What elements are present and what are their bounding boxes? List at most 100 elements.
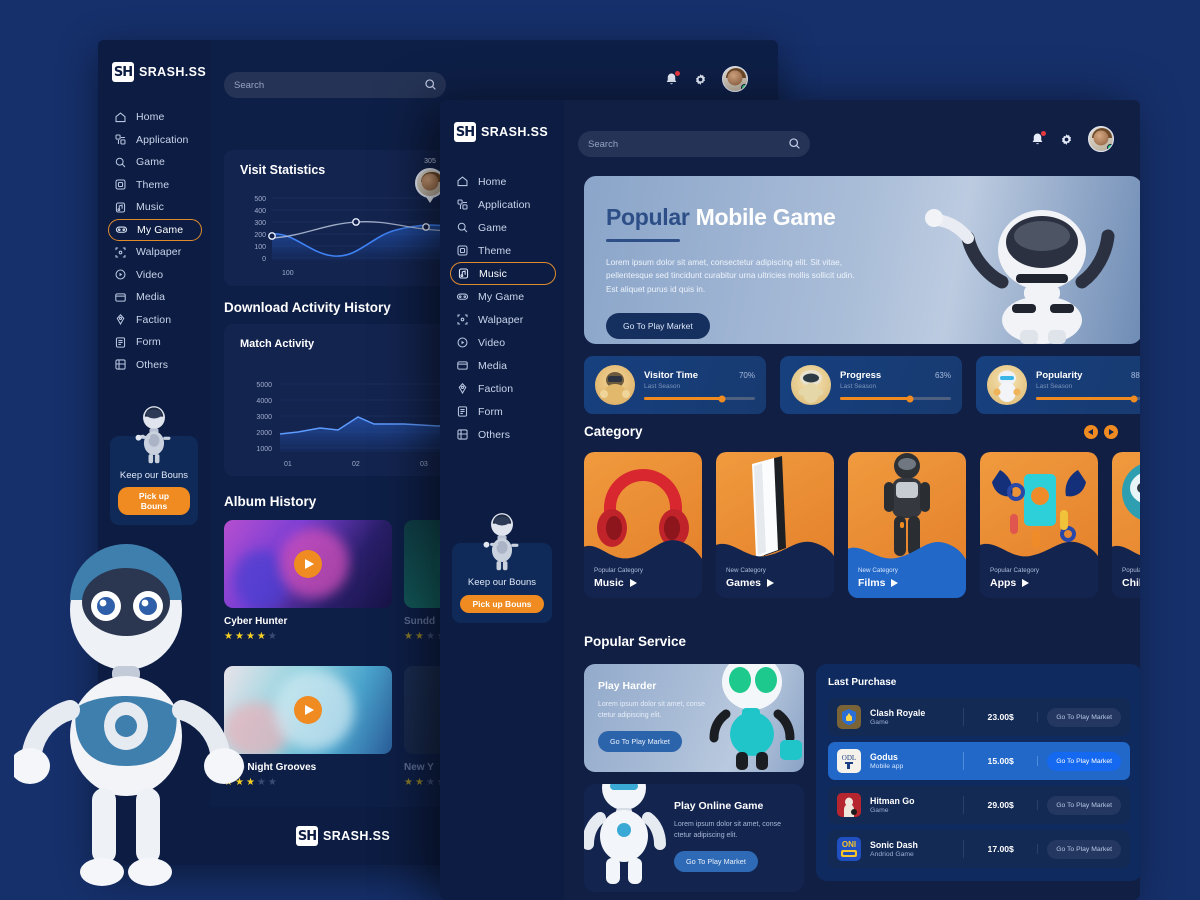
category-card-children[interactable]: Popular Ca Children bbox=[1112, 452, 1140, 598]
sidebar-item-my-game[interactable]: My Game bbox=[108, 218, 202, 241]
category-kicker: Popular Category bbox=[594, 567, 644, 574]
pick-up-bonus-button[interactable]: Pick up Bouns bbox=[118, 487, 190, 515]
stat-progress-fill bbox=[840, 397, 910, 400]
bell-icon[interactable] bbox=[664, 70, 680, 87]
category-card-apps[interactable]: Popular Category Apps bbox=[980, 452, 1098, 598]
table-row[interactable]: ONI Sonic Dash Andriod Game 17.00$ Go To… bbox=[828, 830, 1130, 868]
search-icon[interactable] bbox=[788, 137, 801, 155]
footer-logo[interactable]: SH SRASH.SS bbox=[296, 826, 390, 846]
play-arrow-icon[interactable] bbox=[767, 579, 775, 587]
play-arrow-icon[interactable] bbox=[891, 579, 899, 587]
category-card-films[interactable]: New Category Films bbox=[848, 452, 966, 598]
sidebar-item-others[interactable]: Others bbox=[450, 423, 556, 446]
sidebar-item-game[interactable]: Game bbox=[450, 216, 556, 239]
sidebar-item-wallpaper[interactable]: Walpaper bbox=[108, 241, 202, 264]
sidebar-item-form[interactable]: Form bbox=[108, 331, 202, 354]
sidebar-item-music[interactable]: Music bbox=[108, 196, 202, 219]
sidebar-item-wallpaper[interactable]: Walpaper bbox=[450, 308, 556, 331]
album-thumbnail[interactable] bbox=[224, 520, 392, 608]
table-row[interactable]: ODL Godus Mobile app 15.00$ Go To Play M… bbox=[828, 742, 1130, 780]
gear-icon[interactable] bbox=[693, 72, 708, 87]
sidebar-item-faction[interactable]: Faction bbox=[450, 377, 556, 400]
category-card-games[interactable]: New Category Games bbox=[716, 452, 834, 598]
album-thumbnail[interactable] bbox=[224, 666, 392, 754]
go-to-play-market-button[interactable]: Go To Play Market bbox=[1047, 795, 1121, 815]
sidebar-item-application[interactable]: Application bbox=[108, 129, 202, 152]
chevron-left-icon[interactable] bbox=[1084, 424, 1098, 439]
play-button[interactable] bbox=[294, 696, 322, 724]
sidebar-item-label: Music bbox=[479, 267, 507, 280]
sidebar-item-label: Faction bbox=[478, 382, 514, 395]
album-card[interactable]: Cyber Hunter ★★★★★ bbox=[224, 520, 392, 642]
svg-text:3000: 3000 bbox=[256, 414, 272, 421]
stat-progress-knob[interactable] bbox=[1130, 395, 1138, 402]
svg-text:02: 02 bbox=[352, 461, 360, 468]
sidebar-item-my-game[interactable]: My Game bbox=[450, 285, 556, 308]
hero-paragraph: Lorem ipsum dolor sit amet, consectetur … bbox=[606, 256, 855, 294]
service-cta-button[interactable]: Go To Play Market bbox=[674, 851, 758, 873]
sidebar-item-video[interactable]: Video bbox=[450, 331, 556, 354]
play-arrow-icon[interactable] bbox=[629, 579, 637, 587]
pick-up-bonus-button[interactable]: Pick up Bouns bbox=[460, 595, 544, 613]
purchase-price: 23.00$ bbox=[964, 712, 1039, 722]
sidebar-item-application[interactable]: Application bbox=[450, 193, 556, 216]
search-input[interactable] bbox=[588, 138, 800, 150]
sidebar-item-faction[interactable]: Faction bbox=[108, 309, 202, 332]
go-to-play-market-button[interactable]: Go To Play Market bbox=[1047, 751, 1121, 771]
go-to-play-market-button[interactable]: Go To Play Market bbox=[1047, 839, 1121, 859]
hero-cta-button[interactable]: Go To Play Market bbox=[606, 312, 710, 339]
stat-progress-fill bbox=[1036, 397, 1134, 400]
category-artwork bbox=[1112, 452, 1140, 570]
table-row[interactable]: Clash Royale Game 23.00$ Go To Play Mark… bbox=[828, 698, 1130, 736]
sidebar-item-home[interactable]: Home bbox=[450, 170, 556, 193]
logo-text: SRASH.SS bbox=[481, 125, 549, 139]
logo-mark-icon: SH bbox=[296, 826, 318, 846]
purchase-name: Sonic Dash bbox=[870, 840, 918, 850]
search-input[interactable] bbox=[234, 79, 436, 91]
play-button[interactable] bbox=[294, 550, 322, 578]
front-search-bar[interactable] bbox=[578, 131, 810, 157]
purchase-type: Andriod Game bbox=[870, 851, 914, 858]
promo-title: Keep our Bouns bbox=[467, 577, 537, 588]
user-avatar[interactable] bbox=[1088, 126, 1114, 152]
sidebar-item-label: Walpaper bbox=[136, 246, 182, 259]
sidebar-item-media[interactable]: Media bbox=[108, 286, 202, 309]
stat-progress-knob[interactable] bbox=[718, 395, 726, 402]
stat-progress-track[interactable] bbox=[644, 395, 755, 402]
play-arrow-icon[interactable] bbox=[1022, 579, 1030, 587]
back-search-bar[interactable] bbox=[224, 72, 446, 98]
category-card-music[interactable]: Popular Category Music bbox=[584, 452, 702, 598]
service-cta-button[interactable]: Go To Play Market bbox=[598, 731, 682, 753]
back-logo[interactable]: SH SRASH.SS bbox=[98, 40, 210, 82]
sidebar-item-media[interactable]: Media bbox=[450, 354, 556, 377]
sidebar-item-theme[interactable]: Theme bbox=[108, 174, 202, 197]
sidebar-item-theme[interactable]: Theme bbox=[450, 239, 556, 262]
rating-stars: ★★★★★ bbox=[224, 777, 279, 788]
category-artwork bbox=[980, 452, 1098, 570]
table-row[interactable]: Hitman Go Game 29.00$ Go To Play Market bbox=[828, 786, 1130, 824]
sidebar-item-music[interactable]: Music bbox=[450, 262, 556, 285]
stat-body: Progress 63% Last Season bbox=[840, 370, 951, 402]
go-to-play-market-button[interactable]: Go To Play Market bbox=[1047, 707, 1121, 727]
bell-icon[interactable] bbox=[1030, 130, 1046, 147]
stat-progress-track[interactable] bbox=[840, 395, 951, 402]
stat-progress-track[interactable] bbox=[1036, 395, 1140, 402]
gear-icon[interactable] bbox=[1059, 132, 1074, 147]
category-artwork bbox=[716, 452, 834, 570]
hero-title: Popular Mobile Game bbox=[606, 204, 1140, 231]
sidebar-item-others[interactable]: Others bbox=[108, 354, 202, 377]
stat-progress-knob[interactable] bbox=[906, 395, 914, 402]
user-avatar[interactable] bbox=[722, 66, 748, 92]
sidebar-item-game[interactable]: Game bbox=[108, 151, 202, 174]
album-card[interactable]: Late Night Grooves ★★★★★ bbox=[224, 666, 392, 788]
sidebar-item-video[interactable]: Video bbox=[108, 264, 202, 287]
sidebar-item-form[interactable]: Form bbox=[450, 400, 556, 423]
sidebar-item-home[interactable]: Home bbox=[108, 106, 202, 129]
front-logo[interactable]: SH SRASH.SS bbox=[440, 100, 564, 142]
search-icon[interactable] bbox=[424, 78, 437, 96]
chevron-right-icon[interactable] bbox=[1104, 424, 1118, 439]
category-kicker: Popular Category bbox=[990, 567, 1040, 574]
sidebar-item-label: Form bbox=[478, 405, 503, 418]
media-icon bbox=[456, 359, 469, 372]
music-icon bbox=[457, 267, 470, 280]
